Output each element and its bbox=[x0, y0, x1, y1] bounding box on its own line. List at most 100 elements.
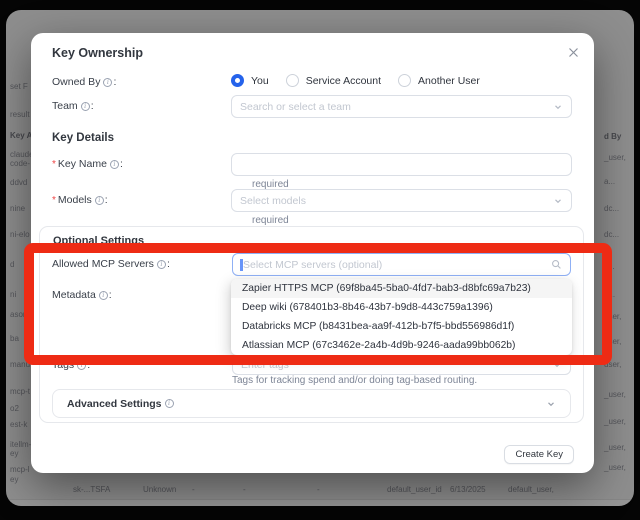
owned-by-radio-group: You Service Account Another User bbox=[231, 71, 572, 87]
bg-table-header-fragment: Key A bbox=[10, 131, 32, 140]
chevron-down-icon bbox=[546, 399, 556, 409]
bg-row-cell: - bbox=[243, 485, 246, 494]
key-details-heading: Key Details bbox=[52, 132, 114, 144]
models-label: *Modelsi: bbox=[52, 189, 231, 206]
bg-table-footer bbox=[6, 499, 634, 506]
mcp-option-atlassian[interactable]: Atlassian MCP (67c3462e-2a4b-4d9b-9246-a… bbox=[231, 336, 572, 355]
bg-row-cell: 6/13/2025 bbox=[450, 485, 486, 494]
bg-row-cell: default_user, bbox=[508, 485, 554, 494]
bg-text-fragment: a... bbox=[604, 177, 615, 186]
mcp-servers-row: Allowed MCP Serversi: Select MCP servers… bbox=[52, 253, 571, 276]
bg-text-fragment: _user, bbox=[604, 390, 626, 399]
search-icon bbox=[551, 259, 562, 270]
models-row: *Modelsi: Select models bbox=[52, 189, 572, 212]
modal-title: Key Ownership bbox=[52, 46, 143, 60]
tags-select[interactable]: Enter tags bbox=[232, 355, 571, 375]
info-icon[interactable]: i bbox=[99, 291, 108, 300]
bg-text-fragment: o2 bbox=[10, 404, 19, 413]
chevron-down-icon bbox=[553, 196, 563, 206]
radio-you-label[interactable]: You bbox=[251, 75, 269, 87]
screenshot-stage: set F result Key A claude code- ddvd nin… bbox=[0, 0, 640, 520]
bg-text-fragment: mcp-l bbox=[10, 465, 30, 474]
bg-text-fragment: _user, bbox=[604, 463, 626, 472]
models-select-placeholder: Select models bbox=[240, 195, 547, 207]
radio-another-user[interactable] bbox=[398, 74, 411, 87]
tags-row: Tagsi: Enter tags bbox=[52, 355, 571, 375]
mcp-servers-dropdown: Zapier HTTPS MCP (69f8ba45-5ba0-4fd7-bab… bbox=[231, 279, 572, 355]
mcp-option-zapier[interactable]: Zapier HTTPS MCP (69f8ba45-5ba0-4fd7-bab… bbox=[231, 279, 572, 298]
bg-text-fragment: ni-elo bbox=[10, 230, 30, 239]
key-name-label: *Key Namei: bbox=[52, 153, 231, 170]
mcp-servers-label: Allowed MCP Serversi: bbox=[52, 253, 232, 270]
tags-label: Tagsi: bbox=[52, 355, 232, 371]
create-key-button[interactable]: Create Key bbox=[504, 445, 574, 464]
bg-text-fragment: dc... bbox=[604, 204, 619, 213]
radio-service-account-label[interactable]: Service Account bbox=[306, 75, 381, 87]
bg-text-fragment: ey bbox=[10, 475, 18, 484]
bg-text-fragment: user, bbox=[604, 360, 621, 369]
info-icon[interactable]: i bbox=[81, 102, 90, 111]
info-icon[interactable]: i bbox=[77, 361, 86, 370]
radio-you[interactable] bbox=[231, 74, 244, 87]
bg-text-fragment: d bbox=[10, 260, 14, 269]
mcp-option-databricks[interactable]: Databricks MCP (b8431bea-aa9f-412b-b7f5-… bbox=[231, 317, 572, 336]
bg-text-fragment: _user, bbox=[604, 443, 626, 452]
mcp-option-deep-wiki[interactable]: Deep wiki (678401b3-8b46-43b7-b9d8-443c7… bbox=[231, 298, 572, 317]
bg-text-fragment: result bbox=[10, 110, 30, 119]
owned-by-label: Owned Byi: bbox=[52, 71, 231, 88]
team-label: Teami: bbox=[52, 95, 231, 112]
close-icon[interactable] bbox=[565, 44, 581, 60]
bg-row-cell: - bbox=[192, 485, 195, 494]
bg-text-fragment: _user, bbox=[604, 417, 626, 426]
bg-text-fragment: user, bbox=[604, 312, 621, 321]
bg-text-fragment: ason2 bbox=[10, 310, 32, 319]
bg-text-fragment: est-k bbox=[10, 420, 27, 429]
owned-by-row: Owned Byi: You Service Account Another U… bbox=[52, 71, 572, 88]
bg-text-fragment: ey bbox=[10, 449, 18, 458]
bg-text-fragment: code- bbox=[10, 159, 30, 168]
tags-help-text: Tags for tracking spend and/or doing tag… bbox=[232, 375, 477, 386]
models-required-note: required bbox=[252, 215, 289, 226]
bg-text-fragment: _user, bbox=[604, 153, 626, 162]
tags-select-placeholder: Enter tags bbox=[241, 359, 546, 371]
bg-text-fragment: manu bbox=[10, 360, 30, 369]
mcp-servers-placeholder: Select MCP servers (optional) bbox=[241, 259, 545, 271]
bg-text-fragment: ni bbox=[10, 290, 16, 299]
info-icon[interactable]: i bbox=[157, 260, 166, 269]
models-select[interactable]: Select models bbox=[231, 189, 572, 212]
bg-text-fragment: c... bbox=[604, 262, 615, 271]
key-name-row: *Key Namei: bbox=[52, 153, 572, 176]
team-row: Teami: Search or select a team bbox=[52, 95, 572, 118]
radio-another-user-label[interactable]: Another User bbox=[418, 75, 480, 87]
advanced-settings-heading: Advanced Settings bbox=[67, 398, 162, 410]
team-select[interactable]: Search or select a team bbox=[231, 95, 572, 118]
bg-text-fragment: dc... bbox=[604, 230, 619, 239]
info-icon[interactable]: i bbox=[103, 78, 112, 87]
bg-text-fragment: ba bbox=[10, 334, 19, 343]
create-key-modal: Key Ownership Owned Byi: You Service Acc… bbox=[31, 33, 594, 473]
bg-text-fragment: a... bbox=[604, 290, 615, 299]
bg-row-cell: - bbox=[317, 485, 320, 494]
bg-row-cell: default_user_id bbox=[387, 485, 442, 494]
text-caret bbox=[240, 259, 243, 271]
info-icon[interactable]: i bbox=[95, 196, 104, 205]
info-icon[interactable]: i bbox=[110, 160, 119, 169]
optional-settings-heading[interactable]: Optional Settings bbox=[53, 235, 144, 247]
key-name-input[interactable] bbox=[231, 153, 572, 176]
bg-table-header-fragment: d By bbox=[604, 132, 621, 141]
mcp-servers-input[interactable]: Select MCP servers (optional) bbox=[232, 253, 571, 276]
chevron-down-icon bbox=[553, 102, 563, 112]
bg-text-fragment: user, bbox=[604, 337, 621, 346]
bg-text-fragment: set F bbox=[10, 82, 28, 91]
advanced-settings-accordion[interactable]: Advanced Settings i bbox=[52, 389, 571, 418]
bg-row-cell: sk-...TSFA bbox=[73, 485, 110, 494]
bg-row-cell: Unknown bbox=[143, 485, 176, 494]
bg-text-fragment: mcp-t bbox=[10, 387, 30, 396]
metadata-label: Metadatai: bbox=[52, 289, 112, 301]
bg-text-fragment: ddvd bbox=[10, 178, 27, 187]
chevron-down-icon bbox=[552, 360, 562, 370]
info-icon[interactable]: i bbox=[165, 399, 174, 408]
bg-text-fragment: itellm- bbox=[10, 440, 31, 449]
bg-text-fragment: nine bbox=[10, 204, 25, 213]
radio-service-account[interactable] bbox=[286, 74, 299, 87]
